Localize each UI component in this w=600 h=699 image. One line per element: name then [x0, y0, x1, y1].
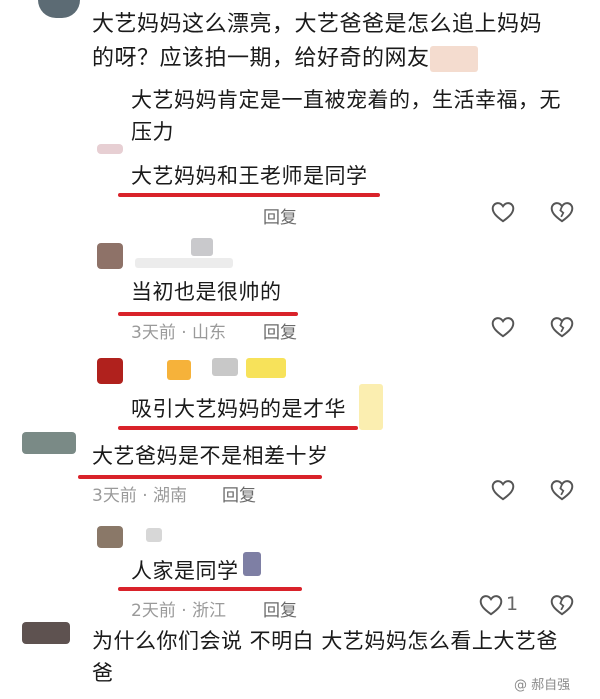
- heart-icon[interactable]: [490, 477, 516, 503]
- comment-text: 吸引大艺妈妈的是才华: [131, 397, 346, 421]
- heart-icon[interactable]: [490, 314, 516, 340]
- avatar[interactable]: [38, 0, 80, 18]
- highlight-underline: [118, 312, 298, 316]
- reply-button[interactable]: 回复: [263, 318, 297, 343]
- highlight-underline: [118, 426, 358, 430]
- username-blur: [167, 360, 191, 380]
- broken-heart-icon[interactable]: [549, 477, 575, 503]
- username-blur: [246, 358, 286, 378]
- comment-time-location: 3天前 · 湖南: [92, 486, 188, 506]
- comment-text: 人家是同学: [131, 559, 239, 583]
- broken-heart-icon[interactable]: [549, 199, 575, 225]
- avatar[interactable]: [22, 622, 70, 644]
- avatar[interactable]: [97, 243, 123, 269]
- comment-text: 大艺妈妈肯定是一直被宠着的，生活幸福，无压力: [131, 88, 561, 144]
- emoji-blur: [243, 552, 261, 576]
- heart-icon[interactable]: [490, 199, 516, 225]
- highlight-underline: [118, 587, 302, 591]
- emoji-blur: [430, 46, 478, 72]
- comment-time-location: 2天前 · 浙江: [131, 601, 227, 621]
- like-count: 1: [506, 593, 519, 615]
- comment-text: 为什么你们会说 不明白 大艺妈妈怎么看上大艺爸爸: [92, 629, 558, 685]
- reply-button[interactable]: 回复: [222, 481, 256, 506]
- emoji-blur: [359, 384, 383, 430]
- username-blur: [191, 238, 213, 256]
- comment-time-location: 3天前 · 山东: [131, 323, 227, 343]
- avatar[interactable]: [97, 358, 123, 384]
- avatar[interactable]: [97, 526, 123, 548]
- avatar[interactable]: [22, 432, 76, 454]
- comment-text: 当初也是很帅的: [131, 280, 282, 304]
- reply-button[interactable]: 回复: [263, 596, 297, 621]
- reply-button[interactable]: 回复: [263, 203, 297, 228]
- username-blur: [135, 258, 233, 268]
- avatar[interactable]: [97, 144, 123, 154]
- comment-text: 大艺爸妈是不是相差十岁: [92, 444, 329, 468]
- broken-heart-icon[interactable]: [549, 592, 575, 618]
- watermark: @ 郝自强: [514, 678, 571, 693]
- heart-icon[interactable]: [478, 592, 504, 618]
- username-blur: [146, 528, 162, 542]
- comment-text: 大艺妈妈这么漂亮，大艺爸爸是怎么追上妈妈的呀？应该拍一期，给好奇的网友说说: [92, 12, 543, 71]
- highlight-underline: [78, 475, 322, 479]
- highlight-underline: [118, 193, 380, 197]
- broken-heart-icon[interactable]: [549, 314, 575, 340]
- comment-text: 大艺妈妈和王老师是同学: [131, 164, 368, 188]
- username-blur: [212, 358, 238, 376]
